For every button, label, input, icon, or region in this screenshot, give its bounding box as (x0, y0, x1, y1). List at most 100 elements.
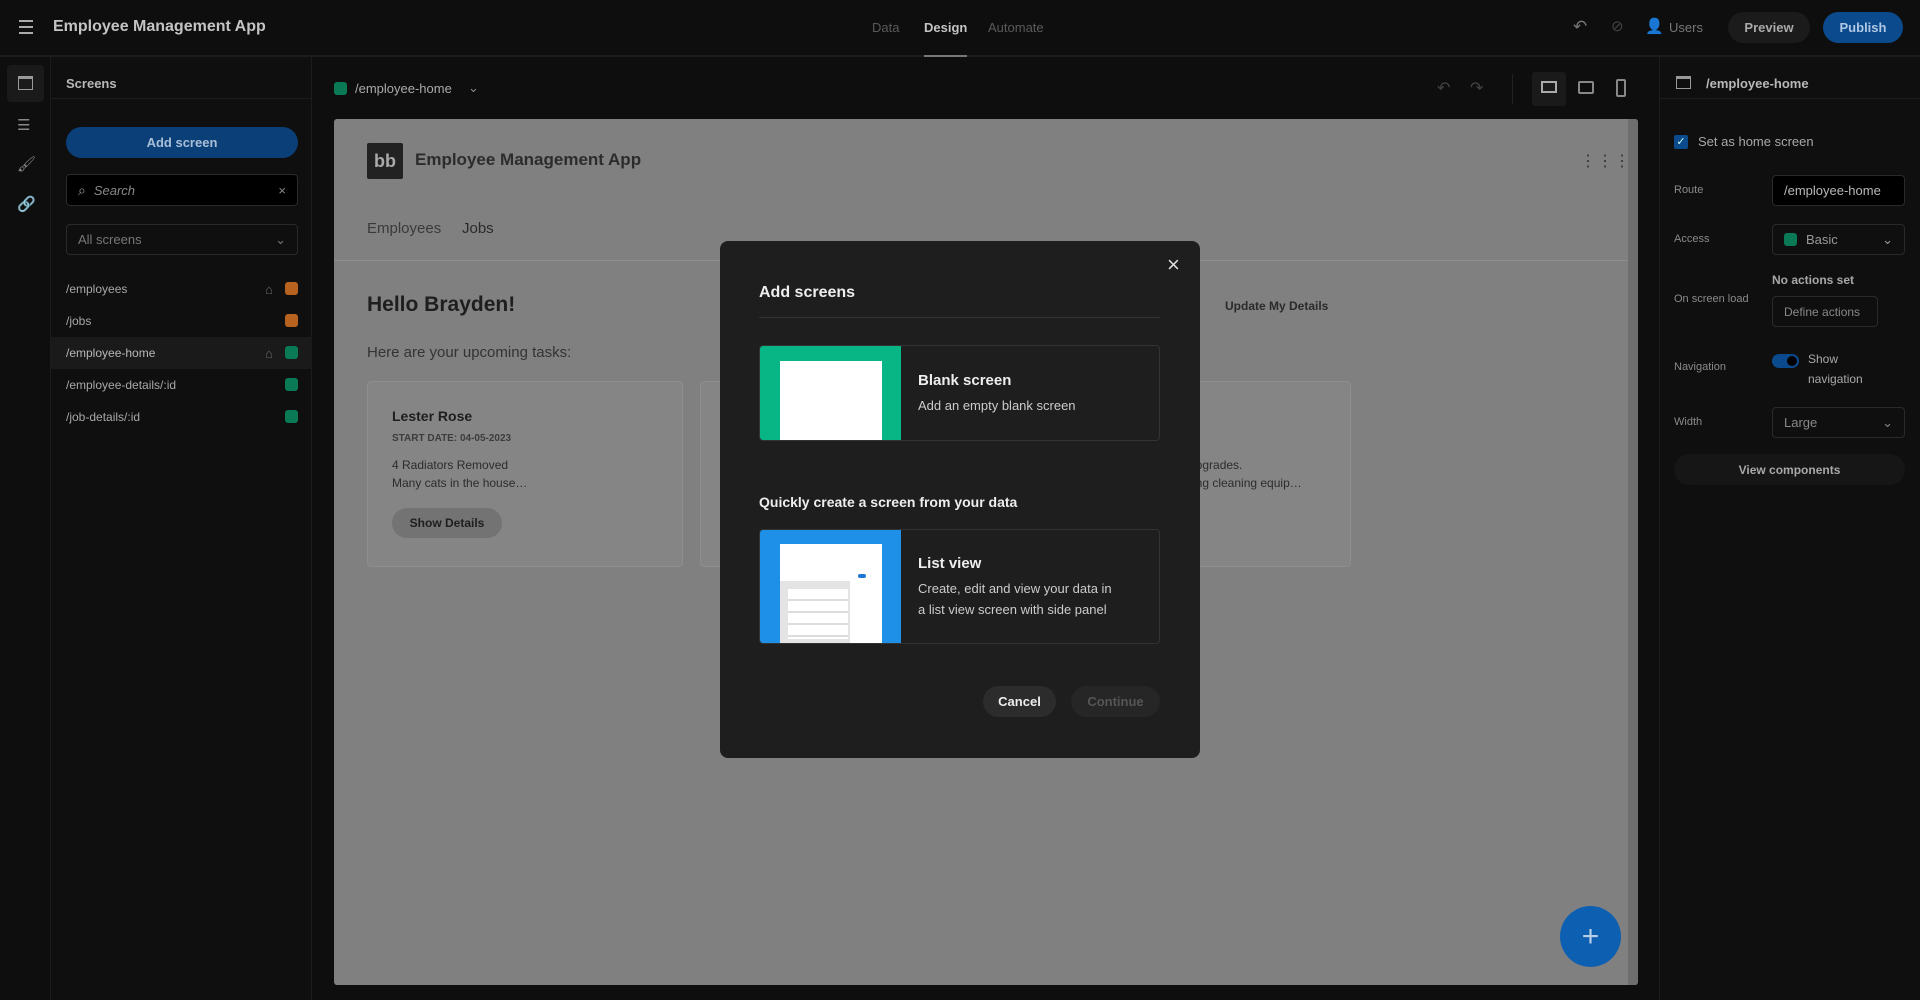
screen-list-item[interactable]: /job-details/:id (51, 401, 312, 433)
add-component-fab[interactable]: + (1560, 906, 1621, 967)
task-desc-line2: ring cleaning equip… (1189, 476, 1302, 490)
scrollbar[interactable] (1628, 119, 1638, 985)
top-bar: Employee Management App Data Design Auto… (0, 0, 1920, 57)
access-color-icon (285, 282, 298, 295)
desktop-view-button[interactable] (1532, 72, 1566, 106)
undo-icon[interactable]: ↶ (1437, 78, 1450, 98)
close-icon[interactable]: × (1167, 252, 1180, 278)
option-description-line2: a list view screen with side panel (918, 602, 1107, 617)
components-list-icon[interactable]: ☰ (17, 116, 30, 134)
chevron-down-icon: ⌄ (1882, 414, 1893, 430)
users-icon[interactable]: 👤 (1645, 17, 1664, 35)
access-color-dot (1784, 233, 1797, 246)
chevron-down-icon: ⌄ (275, 231, 286, 247)
access-color-icon (285, 410, 298, 423)
route-input[interactable]: /employee-home (1772, 175, 1905, 206)
revert-icon[interactable]: ↶ (1573, 17, 1587, 37)
greeting-heading: Hello Brayden! (367, 293, 516, 316)
show-navigation-label-2: navigation (1808, 372, 1863, 386)
screen-route: /employee-details/:id (66, 378, 177, 392)
add-screens-modal: × Add screens Blank screen Add an empty … (720, 241, 1200, 758)
tab-design[interactable]: Design (924, 20, 968, 57)
screen-list-item[interactable]: /employee-details/:id (51, 369, 312, 401)
screens-filter-select[interactable]: All screens ⌄ (66, 224, 298, 255)
show-navigation-toggle[interactable] (1772, 354, 1799, 368)
task-desc-line1: 4 Radiators Removed (392, 458, 509, 472)
publish-button[interactable]: Publish (1823, 12, 1903, 43)
screen-list-item[interactable]: /jobs (51, 305, 312, 337)
view-components-button[interactable]: View components (1674, 454, 1905, 485)
task-card: Lester Rose START DATE: 04-05-2023 4 Rad… (367, 381, 683, 567)
screen-route: /jobs (66, 314, 92, 328)
access-select[interactable]: Basic ⌄ (1772, 224, 1905, 255)
tab-automate[interactable]: Automate (988, 20, 1044, 35)
show-details-button[interactable]: Show Details (392, 508, 502, 538)
screen-list-item[interactable]: /employees ⌂ (51, 273, 312, 305)
option-description-line1: Create, edit and view your data in (918, 581, 1112, 596)
clear-icon[interactable]: × (278, 183, 286, 198)
screens-rail-button[interactable] (7, 65, 44, 102)
nav-employees[interactable]: Employees (367, 220, 441, 237)
width-label: Width (1674, 416, 1703, 428)
route-color-dot (334, 82, 347, 95)
show-navigation-label-1: Show (1808, 352, 1839, 366)
task-name: Lester Rose (392, 408, 473, 424)
redo-icon[interactable]: ↷ (1470, 78, 1483, 98)
task-start-date: START DATE: 04-05-2023 (392, 433, 512, 444)
nav-jobs[interactable]: Jobs (462, 220, 494, 237)
no-actions-text: No actions set (1772, 273, 1855, 287)
settings-title: /employee-home (1706, 76, 1809, 91)
hamburger-menu-icon[interactable] (19, 20, 33, 34)
home-icon: ⌂ (265, 282, 273, 297)
mobile-view-icon[interactable] (1616, 79, 1626, 97)
width-value: Large (1784, 415, 1818, 430)
app-disabled-icon[interactable]: ⊘ (1611, 17, 1624, 35)
cancel-button[interactable]: Cancel (983, 686, 1056, 717)
option-description: Add an empty blank screen (918, 398, 1076, 413)
screen-list-item[interactable]: /employee-home ⌂ (51, 337, 312, 369)
brush-icon[interactable]: 🖌 (17, 155, 36, 173)
app-title: Employee Management App (53, 18, 266, 35)
blank-screen-option[interactable]: Blank screen Add an empty blank screen (759, 345, 1160, 441)
screen-icon (1676, 76, 1691, 89)
navigation-label: Navigation (1674, 361, 1726, 373)
search-placeholder: Search (93, 182, 136, 198)
list-view-thumbnail (760, 530, 901, 643)
screen-route: /employee-home (66, 346, 156, 360)
update-details-link[interactable]: Update My Details (1225, 299, 1328, 313)
link-icon[interactable]: 🔗 (17, 195, 36, 213)
modal-divider (759, 317, 1160, 318)
users-link[interactable]: Users (1669, 20, 1703, 35)
blank-screen-thumbnail (760, 346, 901, 440)
app-logo: bb (367, 143, 403, 179)
add-screen-button[interactable]: Add screen (66, 127, 298, 158)
search-icon: ⌕ (78, 181, 86, 198)
preview-button[interactable]: Preview (1728, 12, 1810, 43)
chevron-down-icon[interactable]: ⌄ (468, 80, 479, 96)
route-label: Route (1674, 184, 1704, 196)
access-label: Access (1674, 233, 1710, 245)
home-screen-checkbox[interactable]: ✓ (1674, 135, 1688, 149)
tab-data[interactable]: Data (872, 20, 899, 35)
route-selector[interactable]: /employee-home (355, 81, 452, 96)
access-color-icon (285, 346, 298, 359)
screen-route: /job-details/:id (66, 410, 141, 424)
access-value: Basic (1806, 232, 1838, 247)
apps-grid-icon[interactable]: ⋮⋮⋮ (1580, 151, 1631, 171)
tablet-view-icon[interactable] (1578, 81, 1594, 94)
search-input[interactable]: ⌕ Search × (66, 174, 298, 206)
continue-button[interactable]: Continue (1071, 686, 1160, 717)
list-view-option[interactable]: List view Create, edit and view your dat… (759, 529, 1160, 644)
width-select[interactable]: Large ⌄ (1772, 407, 1905, 438)
access-color-icon (285, 378, 298, 391)
data-section-title: Quickly create a screen from your data (759, 494, 1018, 510)
screens-panel: Screens Add screen ⌕ Search × All screen… (51, 57, 312, 1000)
preview-app-title: Employee Management App (415, 150, 642, 169)
home-screen-label: Set as home screen (1698, 134, 1814, 149)
desktop-icon (1541, 81, 1557, 93)
on-load-label: On screen load (1674, 293, 1749, 305)
define-actions-button[interactable]: Define actions (1772, 296, 1878, 327)
tasks-subtitle: Here are your upcoming tasks: (367, 344, 572, 361)
option-title: List view (918, 555, 982, 572)
option-title: Blank screen (918, 372, 1012, 389)
